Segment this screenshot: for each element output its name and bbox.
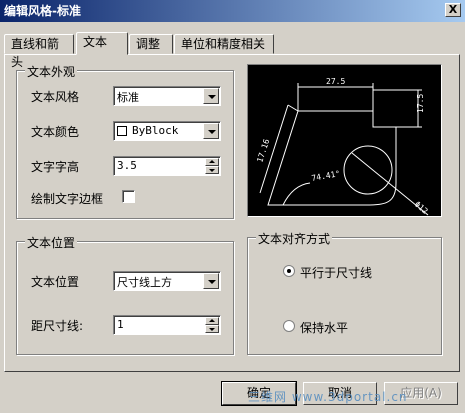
- dim-right-text: 17.5: [416, 94, 425, 113]
- tab-adjust[interactable]: 调整: [129, 34, 173, 54]
- offset-value: 1: [117, 318, 124, 331]
- tab-units-precision[interactable]: 单位和精度相关: [174, 34, 274, 54]
- chevron-down-icon[interactable]: [203, 88, 219, 104]
- text-style-select[interactable]: 标准: [113, 86, 221, 106]
- offset-label: 距尺寸线:: [31, 319, 84, 333]
- tab-lines-arrows[interactable]: 直线和箭头: [4, 34, 74, 69]
- alignment-group: 文本对齐方式: [247, 230, 442, 355]
- text-color-select[interactable]: ByBlock: [113, 121, 221, 141]
- dim-left-text: 17.16: [255, 138, 271, 164]
- dim-top-text: 27.5: [326, 77, 345, 86]
- text-position-select[interactable]: 尺寸线上方: [113, 271, 221, 291]
- dimension-preview-drawing: 27.5 17.5 17.16 74.41° Φ12: [255, 77, 430, 216]
- dimension-preview: 27.5 17.5 17.16 74.41° Φ12: [247, 64, 442, 217]
- dim-dia-text: Φ12: [413, 200, 430, 216]
- text-position-value: 尺寸线上方: [117, 276, 172, 289]
- text-position-label: 文本位置: [31, 275, 80, 289]
- alignment-title: 文本对齐方式: [256, 230, 333, 247]
- chevron-down-icon[interactable]: [203, 123, 219, 139]
- radio-horizontal[interactable]: [283, 320, 295, 332]
- spin-up-icon[interactable]: [205, 158, 219, 166]
- text-frame-checkbox[interactable]: [122, 190, 135, 203]
- chevron-down-icon[interactable]: [203, 273, 219, 289]
- close-button[interactable]: X: [445, 3, 461, 17]
- radio-parallel[interactable]: [283, 265, 295, 277]
- spin-up-icon[interactable]: [205, 317, 219, 325]
- radio-parallel-label: 平行于尺寸线: [300, 266, 373, 280]
- watermark-text: 三维网 www.3dportal.cn: [248, 390, 408, 404]
- offset-stepper[interactable]: 1: [113, 315, 221, 335]
- dim-angle-text: 74.41°: [311, 169, 341, 183]
- text-height-value: 3.5: [117, 159, 137, 172]
- radio-horizontal-label: 保持水平: [300, 321, 349, 335]
- text-color-label: 文本颜色: [31, 125, 80, 139]
- color-swatch: [117, 126, 127, 136]
- text-position-title: 文本位置: [25, 234, 78, 251]
- window-title: 编辑风格-标准: [4, 4, 81, 18]
- text-style-value: 标准: [117, 91, 139, 104]
- title-bar: 编辑风格-标准 X: [0, 0, 465, 22]
- tab-text[interactable]: 文本: [76, 32, 128, 55]
- text-appearance-title: 文本外观: [25, 63, 78, 80]
- spin-down-icon[interactable]: [205, 325, 219, 333]
- text-height-label: 文字字高: [31, 160, 80, 174]
- text-frame-label: 绘制文字边框: [31, 192, 104, 206]
- tab-bar: 直线和箭头 文本 调整 单位和精度相关: [4, 32, 464, 69]
- spin-down-icon[interactable]: [205, 166, 219, 174]
- text-style-label: 文本风格: [31, 90, 80, 104]
- text-color-value: ByBlock: [132, 124, 179, 137]
- text-height-stepper[interactable]: 3.5: [113, 156, 221, 176]
- text-position-group: 文本位置: [16, 234, 234, 355]
